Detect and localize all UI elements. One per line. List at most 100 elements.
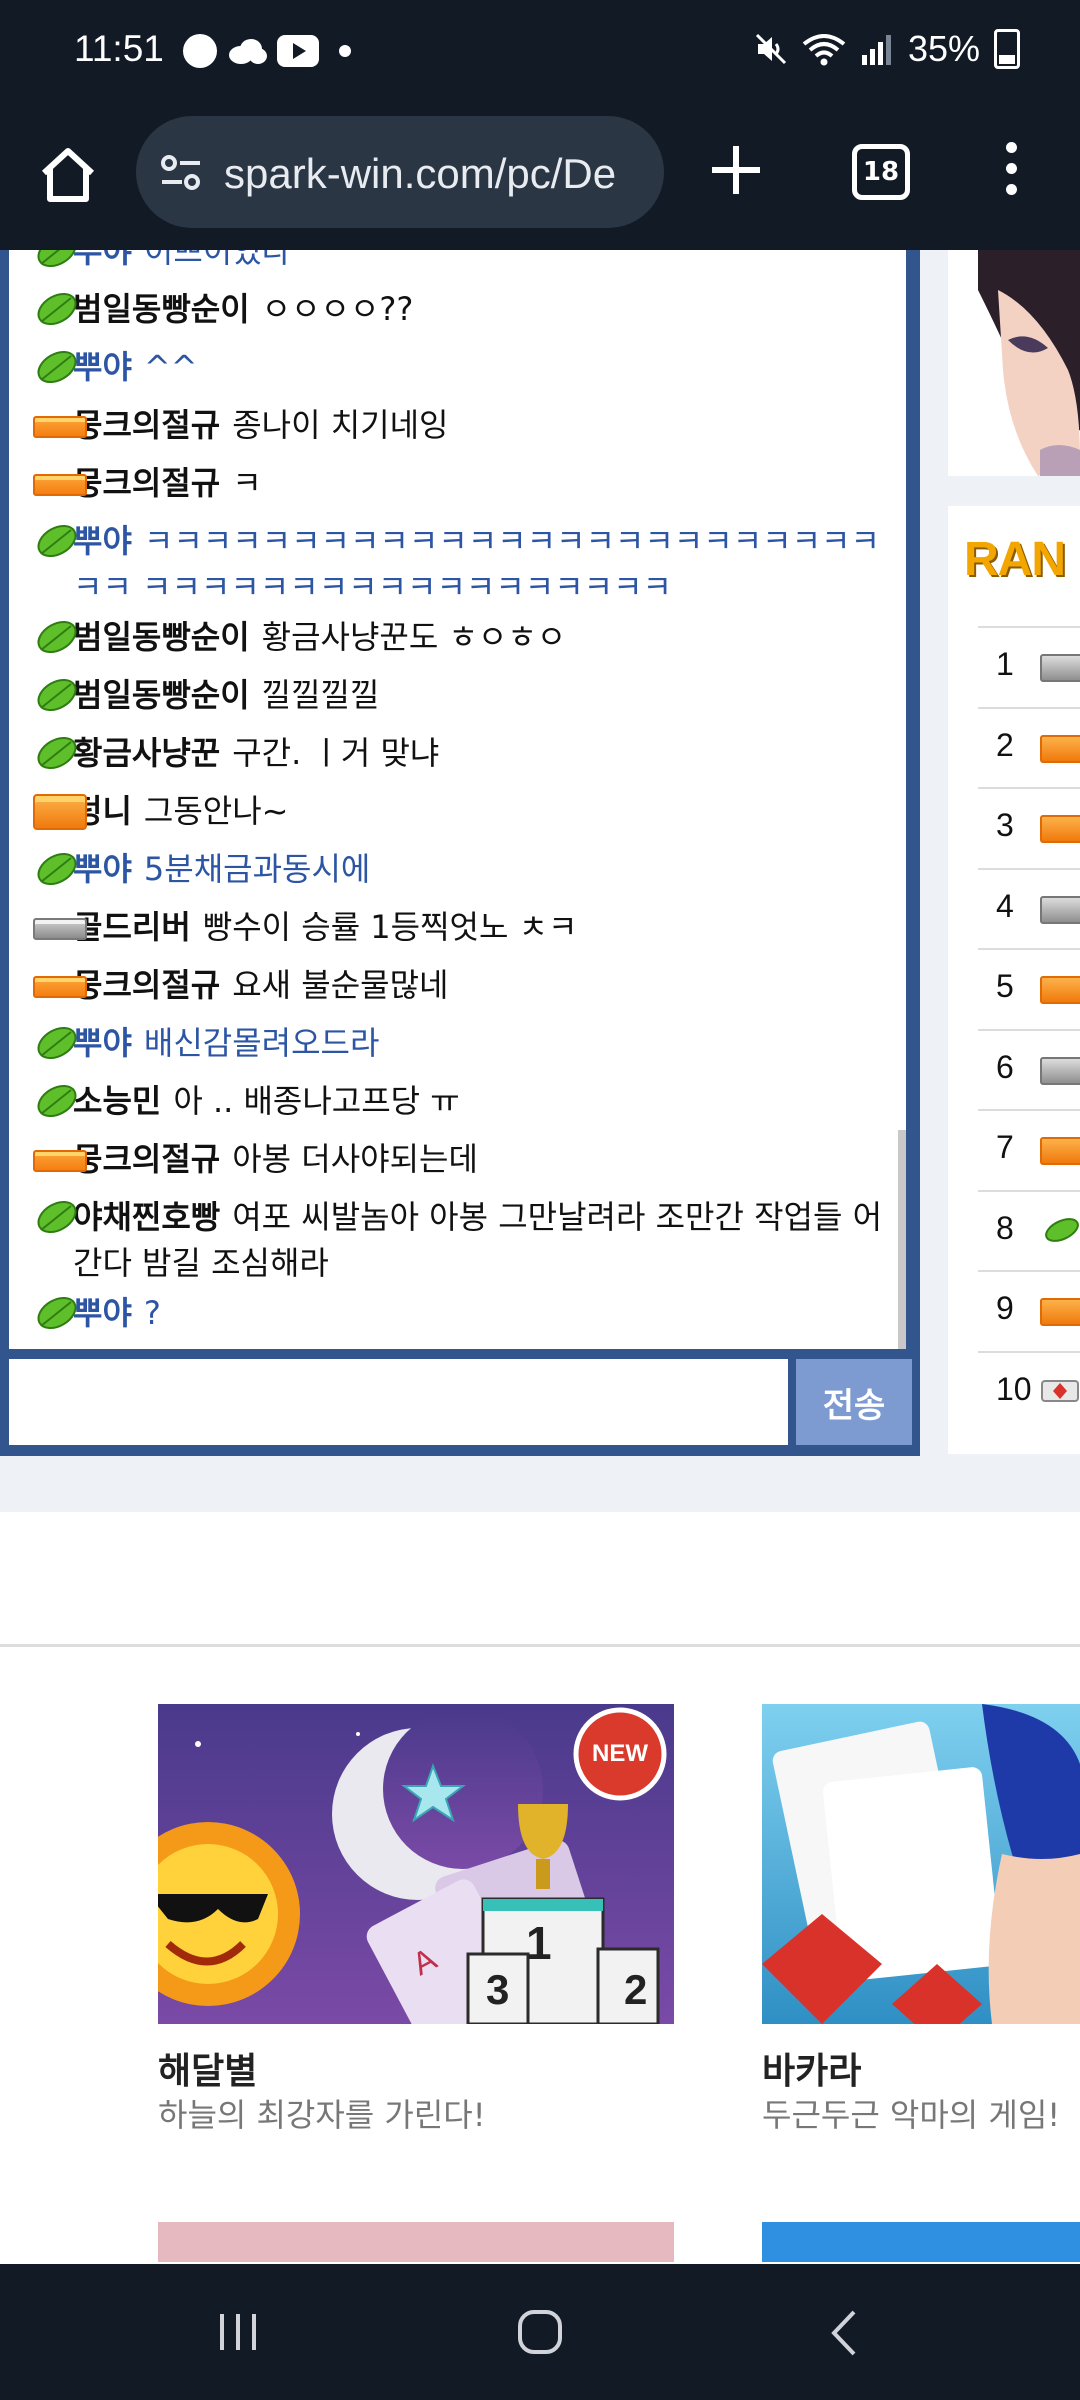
rank-number: 5 xyxy=(996,968,1014,1004)
home-icon[interactable] xyxy=(36,143,100,207)
ranking-row[interactable]: 4 xyxy=(978,867,1080,950)
rank-number: 4 xyxy=(996,887,1014,924)
chat-nick[interactable]: 뿌야 xyxy=(73,250,132,270)
recent-apps-icon[interactable] xyxy=(214,2308,262,2356)
chat-nick[interactable]: 뿌야 xyxy=(73,1024,132,1062)
chat-nick[interactable]: 황금사냥꾼 xyxy=(73,734,220,772)
chat-nick[interactable]: 뭉크의절규 xyxy=(73,406,220,444)
chat-message: 범일동빵순이 ㅇㅇㅇㅇ?? xyxy=(33,286,893,332)
system-navigation-bar xyxy=(0,2264,1080,2400)
chat-message: 뿌야 이쁘이었다 xyxy=(33,250,893,274)
chat-message: 뿌야? xyxy=(33,1290,893,1336)
chat-nick[interactable]: 범일동빵순이 xyxy=(73,676,250,714)
chat-nick[interactable]: 뿌야 xyxy=(73,522,132,560)
chat-message: 소능민 아 .. 배종나고프당 ㅠ xyxy=(33,1078,893,1124)
leaf-badge-icon xyxy=(37,852,77,886)
chat-text: ㅋ xyxy=(232,464,262,502)
chat-message: 골드리버 빵수이 승률 1등찍엇노 ㅊㅋ xyxy=(33,904,893,950)
chat-message: 범일동빵순이 황금사냥꾼도 ㅎㅇㅎㅇ xyxy=(33,614,893,660)
game-thumbnail[interactable]: A NEW 1 2 3 xyxy=(158,1704,674,2024)
chat-message: 뭉크의절규 종나이 치기네잉 xyxy=(33,402,893,448)
chat-text: ㅇㅇㅇㅇ?? xyxy=(261,290,414,328)
site-settings-icon[interactable] xyxy=(160,152,202,194)
wifi-icon xyxy=(802,34,846,66)
ranking-row[interactable]: 3 xyxy=(978,787,1080,869)
ranking-row[interactable]: 2 xyxy=(978,706,1080,789)
chat-nick[interactable]: 범일동빵순이 xyxy=(73,618,250,656)
game-title[interactable]: 해달별 xyxy=(158,2042,257,2094)
back-icon[interactable] xyxy=(824,2308,864,2358)
ranking-row[interactable]: 5 xyxy=(978,948,1080,1030)
leaf-badge-icon xyxy=(37,524,77,558)
chat-nick[interactable]: 뭉크의절규 xyxy=(73,1140,220,1178)
chat-nick[interactable]: 야채찐호빵 xyxy=(73,1198,220,1236)
chat-message: 뿌야 배신감몰려오드라 xyxy=(33,1020,893,1066)
chat-nick[interactable]: 뭉크의절규 xyxy=(73,464,220,502)
chat-nick[interactable]: 범일동빵순이 xyxy=(73,290,250,328)
game-card-next[interactable] xyxy=(762,2222,1080,2262)
gold-rank-badge-icon xyxy=(33,474,87,496)
more-menu-icon[interactable] xyxy=(996,142,1026,202)
ranking-row[interactable]: 1 xyxy=(978,626,1080,708)
chat-message: 황금사냥꾼 구간. ㅣ거 맞냐 xyxy=(33,730,893,776)
home-icon[interactable] xyxy=(516,2308,564,2356)
more-notifications-dot xyxy=(339,45,351,57)
ranking-row[interactable]: 6 xyxy=(978,1028,1080,1111)
gold-rank-badge-icon xyxy=(1040,815,1080,843)
ranking-title: RAN xyxy=(964,533,1066,586)
game-card-baccarat[interactable]: 바카라 두근두근 악마의 게임! xyxy=(762,1704,1080,2134)
game-title[interactable]: 바카라 xyxy=(762,2042,861,2094)
silver-rank-badge-icon xyxy=(1040,654,1080,682)
chat-text: 빵수이 승률 1등찍엇노 ㅊㅋ xyxy=(202,908,578,946)
chat-message: 덩니 그동안나~ xyxy=(33,788,893,834)
gold-rank-badge-icon xyxy=(1040,734,1080,763)
tab-switcher-button[interactable]: 18 xyxy=(852,144,910,200)
leaf-badge-icon xyxy=(37,250,77,268)
game-subtitle: 두근두근 악마의 게임! xyxy=(762,2096,1061,2134)
silver-rank-badge-icon xyxy=(1040,1056,1080,1085)
battery-icon xyxy=(994,29,1020,69)
chat-nick[interactable]: 뿌야 xyxy=(73,850,132,888)
gold-rank-badge-icon xyxy=(1040,1137,1080,1165)
url-text[interactable]: spark-win.com/pc/De xyxy=(224,150,616,198)
new-tab-icon[interactable] xyxy=(708,142,764,198)
podium-label-1: 1 xyxy=(526,1917,552,1969)
rank-number: 9 xyxy=(996,1290,1014,1326)
chat-input[interactable] xyxy=(9,1359,788,1445)
chat-message: 뿌야 ^^ xyxy=(33,344,893,390)
address-bar[interactable]: spark-win.com/pc/De xyxy=(136,116,664,228)
chat-text: 이쁘이었다 xyxy=(143,250,292,270)
side-panel: RAN 1 2 3 4 5 6 7 8 9 10 xyxy=(920,250,1080,1510)
ranking-row[interactable]: 8 xyxy=(978,1189,1080,1272)
rank-number: 7 xyxy=(996,1129,1014,1165)
send-button[interactable]: 전송 xyxy=(796,1359,912,1445)
chat-panel: 뿌야 이쁘이었다 범일동빵순이 ㅇㅇㅇㅇ?? 뿌야 ^^ 뭉크의절규 종나이 치기네잉 뭉크의… xyxy=(0,250,920,1456)
chat-nick[interactable]: 뭉크의절규 xyxy=(73,966,220,1004)
ranking-row[interactable]: 7 xyxy=(978,1109,1080,1191)
game-card-next[interactable] xyxy=(158,2222,674,2262)
chat-nick[interactable]: 골드리버 xyxy=(73,908,191,946)
chat-nick[interactable]: 뿌야 xyxy=(73,348,132,386)
chat-icon xyxy=(183,34,217,68)
ranking-row[interactable]: 9 xyxy=(978,1270,1080,1352)
chat-log[interactable]: 뿌야 이쁘이었다 범일동빵순이 ㅇㅇㅇㅇ?? 뿌야 ^^ 뭉크의절규 종나이 치기네잉 뭉크의… xyxy=(9,250,906,1349)
ranking-row[interactable]: 10 xyxy=(978,1350,1080,1433)
game-card-haedalbyeol[interactable]: A NEW 1 2 3 해달별 하늘의 최강자를 가린다! xyxy=(158,1704,674,2134)
chat-scrollbar[interactable] xyxy=(898,1130,906,1349)
game-thumbnail[interactable] xyxy=(762,1704,1080,2024)
chat-text: ^^ xyxy=(143,348,198,386)
chat-message: 야채찐호빵 여포 씨발놈아 아봉 그만날려라 조만간 작업들 어간다 밤길 조심해… xyxy=(33,1194,893,1286)
page-band xyxy=(0,1456,1080,1512)
chat-text: 황금사냥꾼도 ㅎㅇㅎㅇ xyxy=(261,618,567,656)
chat-text: 낄낄낄낄 xyxy=(261,676,380,714)
chat-text: 배신감몰려오드라 xyxy=(143,1024,380,1062)
rank-number: 2 xyxy=(996,726,1014,763)
rank-number: 3 xyxy=(996,807,1014,843)
chat-nick[interactable]: 뿌야 xyxy=(73,1294,132,1332)
leaf-badge-icon xyxy=(37,1296,77,1330)
leaf-badge-icon xyxy=(37,1200,77,1234)
chat-nick[interactable]: 소능민 xyxy=(73,1082,161,1120)
chat-message: 뭉크의절규 아봉 더사야되는데 xyxy=(33,1136,893,1182)
podium-label-3: 3 xyxy=(486,1966,510,2013)
leaf-badge-icon xyxy=(37,350,77,384)
